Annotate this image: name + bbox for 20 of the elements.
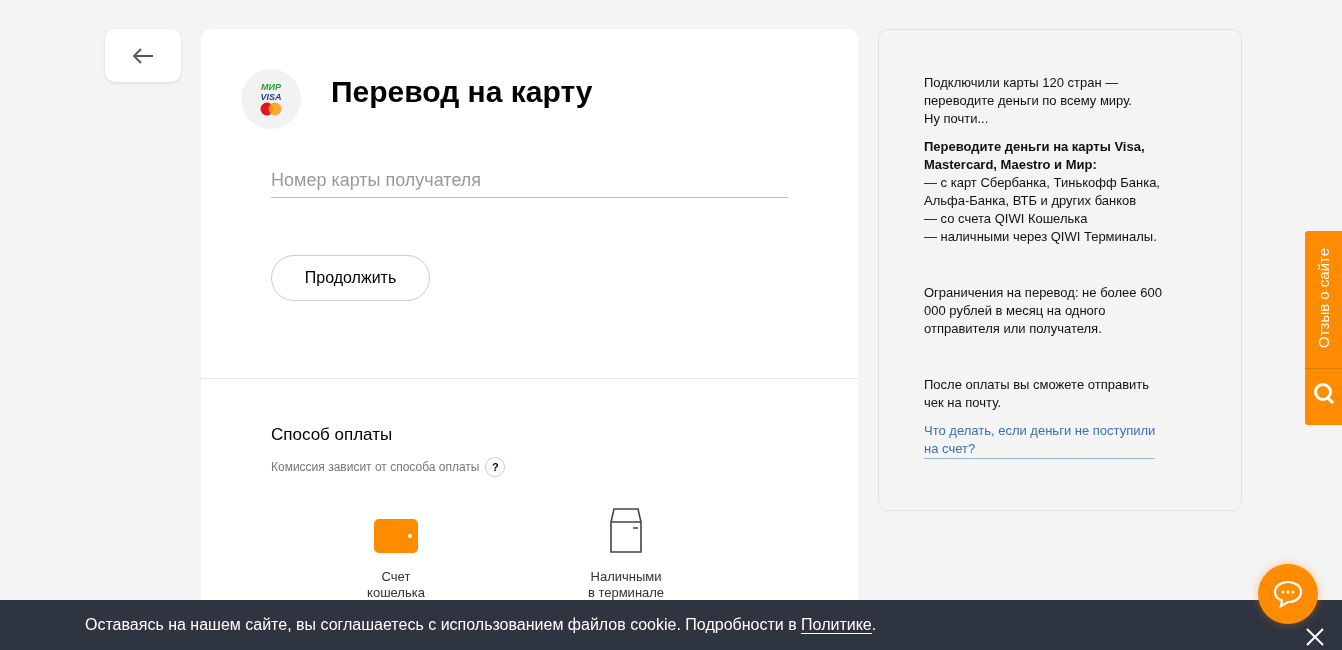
continue-button[interactable]: Продолжить <box>271 255 430 301</box>
chat-button[interactable] <box>1258 564 1318 624</box>
payment-method-option[interactable]: Счет кошелька <box>331 519 461 601</box>
section-title: Способ оплаты <box>271 425 394 445</box>
chat-bubble-icon <box>1273 580 1303 608</box>
payment-method-option[interactable]: Наличными в терминале <box>561 507 691 601</box>
help-button[interactable]: ? <box>485 457 506 477</box>
cookie-notice: Оставаясь на нашем сайте, вы соглашаетесь с использованием файлов cookie. Подробности в Политике. <box>85 616 877 634</box>
info-text: Подключили карты 120 стран — переводите деньги по всему миру. Ну почти... <box>924 74 1133 128</box>
help-link[interactable]: Что делать, если деньги не поступили на счет? <box>924 422 1156 459</box>
back-arrow-icon <box>132 47 154 64</box>
commission-hint: Комиссия зависит от способа оплаты <box>271 460 480 474</box>
card-brands-logo: МИР VISA <box>241 69 301 129</box>
info-text: Ограничения на перевод: не более 600 000 рублей в месяц на одного отправителя или получателя. <box>924 284 1163 338</box>
info-text: После оплаты вы сможете отправить чек на почту. <box>924 376 1151 412</box>
close-icon[interactable] <box>1306 628 1324 646</box>
q-logo-icon <box>1312 382 1335 404</box>
policy-link[interactable]: Политике <box>801 616 872 634</box>
info-text: Переводите деньги на карты Visa, Mastercard, Maestro и Мир: — с карт Сбербанка, Тинькофф Банка, Альфа-Банка, ВТБ и других банков — со счета QIWI Кошелька — наличными через QIWI Терминалы. <box>924 138 1161 246</box>
page-title: Перевод на карту <box>331 75 593 109</box>
